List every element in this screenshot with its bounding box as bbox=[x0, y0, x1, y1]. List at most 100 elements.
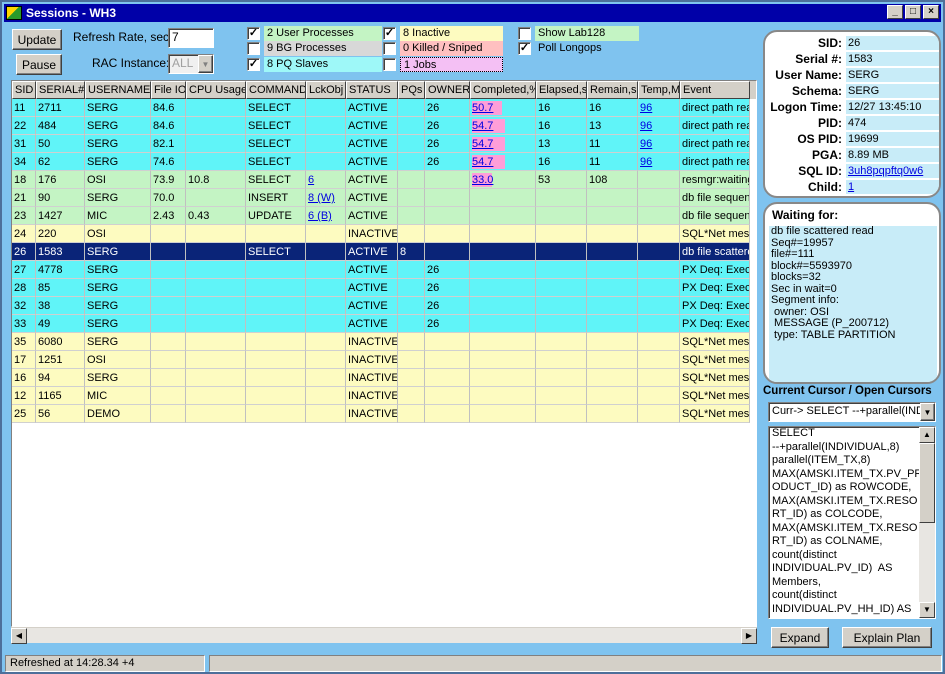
scroll-right-icon[interactable]: ▶ bbox=[741, 628, 757, 644]
session-info-row: OS PID: 19699 bbox=[765, 131, 939, 147]
table-cell: SERG bbox=[85, 369, 151, 387]
table-row[interactable]: 31 50 SERG 82.1 SELECT ACTIVE 26 54.7 13 11 96 dire… bbox=[12, 135, 756, 153]
show-lab-filter[interactable]: Show Lab128 bbox=[518, 26, 639, 41]
scroll-thumb[interactable] bbox=[919, 443, 935, 523]
column-header[interactable]: Event bbox=[680, 81, 750, 99]
table-row[interactable]: 24220OSI INACTIVE SQL*Net message bbox=[12, 225, 756, 243]
table-row[interactable]: 121165MIC INACTIVE SQL*Net message bbox=[12, 387, 756, 405]
table-cell bbox=[246, 279, 306, 297]
poll-longops-filter[interactable]: ✓ Poll Longops bbox=[518, 41, 605, 56]
table-row[interactable]: 23 1427 MIC 2.43 0.43 UPDATE 6 (B) ACTIVE db fil… bbox=[12, 207, 756, 225]
column-header[interactable]: USERNAME bbox=[85, 81, 151, 99]
table-row[interactable]: 261583SERG SELECT ACTIVE8 db file scattered bbox=[12, 243, 756, 261]
table-cell bbox=[306, 297, 346, 315]
scroll-down-icon[interactable]: ▼ bbox=[919, 602, 935, 618]
refresh-rate-input[interactable]: 7 bbox=[168, 28, 214, 48]
checkbox-inactive[interactable]: ✓ bbox=[383, 27, 396, 40]
column-header[interactable]: STATUS bbox=[346, 81, 398, 99]
column-header[interactable]: OWNER bbox=[425, 81, 470, 99]
table-cell bbox=[638, 279, 680, 297]
sessions-grid[interactable]: SID SERIAL# USERNAME File IO CPU Usage COMMAN… bbox=[11, 80, 757, 627]
column-header[interactable]: Remain,s bbox=[587, 81, 638, 99]
table-row[interactable]: 32 38 SERG ACTIVE 26 PX Deq: Exec bbox=[12, 297, 756, 315]
checkbox-bg-processes[interactable] bbox=[247, 42, 260, 55]
column-header[interactable]: Elapsed,s bbox=[536, 81, 587, 99]
table-cell bbox=[186, 243, 246, 261]
table-row[interactable]: 18 176 OSI 73.9 10.8 SELECT 6 ACTIVE 33.0 53 108 re… bbox=[12, 171, 756, 189]
checkbox-pq-slaves[interactable]: ✓ bbox=[247, 58, 260, 71]
table-row[interactable]: 21 90 SERG 70.0 INSERT 8 (W) ACTIVE db file seq… bbox=[12, 189, 756, 207]
session-info-row: SQL ID: 3uh8pqpftq0w6 bbox=[765, 163, 939, 179]
killed-filter[interactable]: 0 Killed / Sniped bbox=[383, 41, 503, 56]
table-cell: SERG bbox=[85, 243, 151, 261]
column-header[interactable]: LckObj bbox=[306, 81, 346, 99]
table-cell: 26 bbox=[425, 153, 470, 171]
rac-instance-select[interactable]: ALL ▼ bbox=[168, 54, 214, 74]
user-processes-filter[interactable]: ✓ 2 User Processes bbox=[247, 26, 382, 41]
pq-slaves-filter[interactable]: ✓ 8 PQ Slaves bbox=[247, 57, 382, 72]
table-cell: 26 bbox=[425, 279, 470, 297]
table-row[interactable]: 1694SERG INACTIVE SQL*Net message bbox=[12, 369, 756, 387]
maximize-button[interactable]: □ bbox=[905, 5, 921, 19]
horizontal-scrollbar[interactable]: ◀ ▶ bbox=[11, 627, 757, 644]
table-row[interactable]: 11 2711 SERG 84.6 SELECT ACTIVE 26 50.7 16 16 96 di… bbox=[12, 99, 756, 117]
jobs-filter[interactable]: 1 Jobs bbox=[383, 57, 503, 72]
table-cell: 31 bbox=[12, 135, 36, 153]
checkbox-killed[interactable] bbox=[383, 42, 396, 55]
table-cell: db file sequential bbox=[680, 207, 750, 225]
minimize-button[interactable]: _ bbox=[887, 5, 903, 19]
scroll-up-icon[interactable]: ▲ bbox=[919, 427, 935, 443]
checkbox-show-lab[interactable] bbox=[518, 27, 531, 40]
checkbox-jobs[interactable] bbox=[383, 58, 396, 71]
table-cell: 8 (W) bbox=[306, 189, 346, 207]
table-cell bbox=[587, 279, 638, 297]
column-header[interactable]: COMMAND bbox=[246, 81, 306, 99]
table-row[interactable]: 27 4778 SERG ACTIVE 26 PX Deq: Exec bbox=[12, 261, 756, 279]
cursor-select[interactable]: Curr-> SELECT --+parallel(INDIVIDUAL,8) … bbox=[768, 402, 936, 422]
table-cell bbox=[398, 171, 425, 189]
bg-processes-filter[interactable]: 9 BG Processes bbox=[247, 41, 382, 56]
table-cell bbox=[246, 369, 306, 387]
table-row[interactable]: 34 62 SERG 74.6 SELECT ACTIVE 26 54.7 16 11 96 dire… bbox=[12, 153, 756, 171]
close-button[interactable]: × bbox=[923, 5, 939, 19]
table-cell: ACTIVE bbox=[346, 315, 398, 333]
table-cell bbox=[536, 405, 587, 423]
table-cell bbox=[638, 315, 680, 333]
table-cell bbox=[186, 189, 246, 207]
table-cell bbox=[536, 387, 587, 405]
checkbox-poll-longops[interactable]: ✓ bbox=[518, 42, 531, 55]
table-cell bbox=[306, 333, 346, 351]
column-header[interactable]: PQs bbox=[398, 81, 425, 99]
table-cell bbox=[306, 315, 346, 333]
table-cell: 96 bbox=[638, 153, 680, 171]
dropdown-arrow-icon[interactable]: ▼ bbox=[920, 403, 935, 421]
table-cell bbox=[470, 297, 536, 315]
pause-button[interactable]: Pause bbox=[16, 54, 62, 75]
sql-text-area[interactable]: SELECT --+parallel(INDIVIDUAL,8) parallel(… bbox=[768, 426, 936, 619]
dropdown-arrow-icon[interactable]: ▼ bbox=[198, 55, 213, 73]
column-header[interactable]: File IO bbox=[151, 81, 186, 99]
table-row[interactable]: 22 484 SERG 84.6 SELECT ACTIVE 26 54.7 16 13 96 dir… bbox=[12, 117, 756, 135]
column-header[interactable]: SERIAL# bbox=[36, 81, 85, 99]
checkbox-user-processes[interactable]: ✓ bbox=[247, 27, 260, 40]
column-header[interactable]: SID bbox=[12, 81, 36, 99]
table-cell: SQL*Net message bbox=[680, 369, 750, 387]
inactive-filter[interactable]: ✓ 8 Inactive bbox=[383, 26, 503, 41]
update-button[interactable]: Update bbox=[12, 29, 62, 50]
expand-button[interactable]: Expand bbox=[771, 627, 829, 648]
table-cell: 62 bbox=[36, 153, 85, 171]
table-row[interactable]: 356080SERG INACTIVE SQL*Net message bbox=[12, 333, 756, 351]
table-cell bbox=[587, 261, 638, 279]
explain-plan-button[interactable]: Explain Plan bbox=[842, 627, 932, 648]
title-bar[interactable]: Sessions - WH3 _ □ × bbox=[4, 4, 941, 22]
table-cell bbox=[306, 369, 346, 387]
scroll-left-icon[interactable]: ◀ bbox=[11, 628, 27, 644]
table-row[interactable]: 2556DEMO INACTIVE SQL*Net message bbox=[12, 405, 756, 423]
table-row[interactable]: 171251OSI INACTIVE SQL*Net message bbox=[12, 351, 756, 369]
table-row[interactable]: 33 49 SERG ACTIVE 26 PX Deq: Exec bbox=[12, 315, 756, 333]
column-header[interactable]: CPU Usage bbox=[186, 81, 246, 99]
column-header[interactable]: Temp,M bbox=[638, 81, 680, 99]
table-row[interactable]: 28 85 SERG ACTIVE 26 PX Deq: Exec bbox=[12, 279, 756, 297]
column-header[interactable]: Completed,% bbox=[470, 81, 536, 99]
vertical-scrollbar[interactable]: ▲ ▼ bbox=[919, 427, 935, 618]
